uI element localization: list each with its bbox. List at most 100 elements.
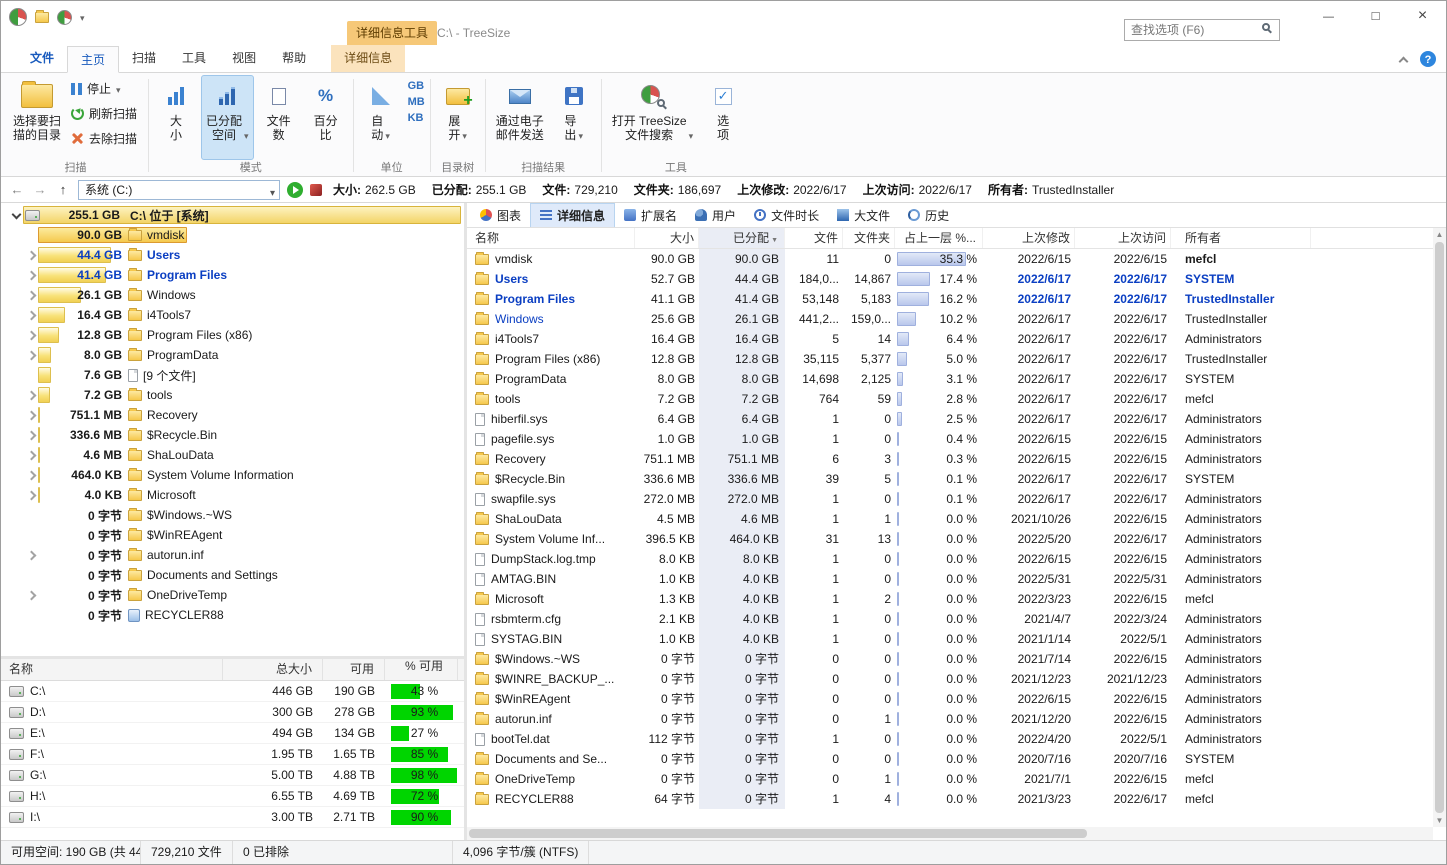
refresh-scan-button[interactable]: 刷新扫描 <box>69 103 143 124</box>
drive-selector[interactable]: 系统 (C:) <box>78 179 280 200</box>
details-row[interactable]: bootTel.dat 112 字节 0 字节 1 0 0.0 % 2022/4… <box>467 729 1433 749</box>
unit-gb[interactable]: GB <box>408 81 425 92</box>
col-size[interactable]: 大小 <box>635 228 699 248</box>
file-search-button[interactable]: 打开 TreeSize 文件搜索 <box>607 75 698 160</box>
details-row[interactable]: $WINRE_BACKUP_... 0 字节 0 字节 0 0 0.0 % 20… <box>467 669 1433 689</box>
details-row[interactable]: $Windows.~WS 0 字节 0 字节 0 0 0.0 % 2021/7/… <box>467 649 1433 669</box>
ribbon-tab[interactable]: 视图 <box>219 45 269 72</box>
details-row[interactable]: Microsoft 1.3 KB 4.0 KB 1 2 0.0 % 2022/3… <box>467 589 1433 609</box>
scroll-down-icon[interactable] <box>1436 814 1444 827</box>
expand-chevron-icon[interactable] <box>25 409 38 422</box>
details-row[interactable]: Program Files 41.1 GB 41.4 GB 53,148 5,1… <box>467 289 1433 309</box>
details-row[interactable]: OneDriveTemp 0 字节 0 字节 0 1 0.0 % 2021/7/… <box>467 769 1433 789</box>
scrollbar-thumb[interactable] <box>469 829 1088 838</box>
drive-row[interactable]: G:\ 5.00 TB 4.88 TB 98 % <box>1 765 464 786</box>
stop-button[interactable]: 停止 <box>69 78 143 99</box>
scrollbar-thumb[interactable] <box>1435 242 1444 813</box>
col-owner[interactable]: 所有者 <box>1171 228 1311 248</box>
ribbon-tab[interactable]: 详细信息 <box>331 45 406 72</box>
tree-item[interactable]: 4.0 KB Microsoft <box>1 485 464 505</box>
details-row[interactable]: autorun.inf 0 字节 0 字节 0 1 0.0 % 2021/12/… <box>467 709 1433 729</box>
remove-scan-button[interactable]: 去除扫描 <box>69 128 143 149</box>
mode-size-button[interactable]: 大 小 <box>154 75 198 160</box>
collapse-ribbon-icon[interactable] <box>1398 55 1408 63</box>
details-row[interactable]: RECYCLER88 64 字节 0 字节 1 4 0.0 % 2021/3/2… <box>467 789 1433 809</box>
unit-mb[interactable]: MB <box>408 97 425 108</box>
tree-item[interactable]: 16.4 GB i4Tools7 <box>1 305 464 325</box>
email-button[interactable]: 通过电子 邮件发送 <box>491 75 549 160</box>
tree-item[interactable]: 0 字节 autorun.inf <box>1 545 464 565</box>
details-row[interactable]: Users 52.7 GB 44.4 GB 184,0... 14,867 17… <box>467 269 1433 289</box>
unit-kb[interactable]: KB <box>408 113 425 124</box>
tree-item[interactable]: 4.6 MB ShaLouData <box>1 445 464 465</box>
search-input[interactable] <box>1124 19 1280 41</box>
detail-tab[interactable]: 扩展名 <box>615 203 686 227</box>
ribbon-tab[interactable]: 帮助 <box>269 45 319 72</box>
details-row[interactable]: ShaLouData 4.5 MB 4.6 MB 1 1 0.0 % 2021/… <box>467 509 1433 529</box>
select-directory-button[interactable]: 选择要扫 描的目录 <box>8 75 66 160</box>
tree-item[interactable]: 0 字节 RECYCLER88 <box>1 605 464 625</box>
detail-tab[interactable]: 大文件 <box>828 203 899 227</box>
detail-tab[interactable]: 详细信息 <box>530 203 616 227</box>
tree-item[interactable]: 0 字节 Documents and Settings <box>1 565 464 585</box>
tree-item[interactable]: 8.0 GB ProgramData <box>1 345 464 365</box>
mode-allocated-button[interactable]: 已分配 空间 <box>201 75 254 160</box>
horizontal-scrollbar[interactable] <box>467 827 1433 840</box>
drive-row[interactable]: D:\ 300 GB 278 GB 93 % <box>1 702 464 723</box>
expand-chevron-icon[interactable] <box>25 289 38 302</box>
qat-dropdown-icon[interactable] <box>80 10 85 24</box>
app-logo-icon[interactable] <box>9 8 27 26</box>
details-row[interactable]: vmdisk 90.0 GB 90.0 GB 11 0 35.3 % 2022/… <box>467 249 1433 269</box>
minimize-button[interactable] <box>1305 1 1352 31</box>
drive-row[interactable]: H:\ 6.55 TB 4.69 TB 72 % <box>1 786 464 807</box>
drive-row[interactable]: I:\ 3.00 TB 2.71 TB 90 % <box>1 807 464 828</box>
ribbon-tab[interactable]: 扫描 <box>119 45 169 72</box>
close-button[interactable] <box>1399 1 1446 31</box>
drive-row[interactable]: C:\ 446 GB 190 GB 43 % <box>1 681 464 702</box>
details-row[interactable]: i4Tools7 16.4 GB 16.4 GB 5 14 6.4 % 2022… <box>467 329 1433 349</box>
details-row[interactable]: SYSTAG.BIN 1.0 KB 4.0 KB 1 0 0.0 % 2021/… <box>467 629 1433 649</box>
options-button[interactable]: 选 项 <box>701 75 745 160</box>
col-name[interactable]: 名称 <box>467 228 635 248</box>
tree-item[interactable]: 0 字节 $WinREAgent <box>1 525 464 545</box>
expand-chevron-icon[interactable] <box>25 429 38 442</box>
tree-item[interactable]: 336.6 MB $Recycle.Bin <box>1 425 464 445</box>
tree-item[interactable]: 751.1 MB Recovery <box>1 405 464 425</box>
vertical-scrollbar[interactable] <box>1433 228 1446 827</box>
col-last-accessed[interactable]: 上次访问 <box>1075 228 1171 248</box>
col-percent-of-parent[interactable]: 占上一层 %... <box>895 228 983 248</box>
scroll-up-icon[interactable] <box>1436 228 1444 241</box>
expand-chevron-icon[interactable] <box>25 249 38 262</box>
details-row[interactable]: rsbmterm.cfg 2.1 KB 4.0 KB 1 0 0.0 % 202… <box>467 609 1433 629</box>
search-box[interactable] <box>1124 19 1280 41</box>
drive-row[interactable]: E:\ 494 GB 134 GB 27 % <box>1 723 464 744</box>
tree-item[interactable]: 464.0 KB System Volume Information <box>1 465 464 485</box>
detail-tab[interactable]: 图表 <box>471 203 530 227</box>
expand-chevron-icon[interactable] <box>25 309 38 322</box>
maximize-button[interactable] <box>1352 1 1399 31</box>
expand-chevron-icon[interactable] <box>25 329 38 342</box>
detail-tab[interactable]: 历史 <box>899 203 958 227</box>
back-button[interactable] <box>9 182 25 197</box>
expand-chevron-icon[interactable] <box>25 349 38 362</box>
details-row[interactable]: hiberfil.sys 6.4 GB 6.4 GB 1 0 2.5 % 202… <box>467 409 1433 429</box>
expand-chevron-icon[interactable] <box>25 269 38 282</box>
tree-item[interactable]: 44.4 GB Users <box>1 245 464 265</box>
details-row[interactable]: System Volume Inf... 396.5 KB 464.0 KB 3… <box>467 529 1433 549</box>
col-drive-name[interactable]: 名称 <box>1 659 223 680</box>
unit-auto-button[interactable]: 自 动 <box>359 75 403 160</box>
ribbon-tab[interactable]: 主页 <box>67 46 120 73</box>
forward-button[interactable] <box>32 182 48 197</box>
tree-item[interactable]: 90.0 GB vmdisk <box>1 225 464 245</box>
detail-tab[interactable]: 文件时长 <box>745 203 828 227</box>
drive-row[interactable]: F:\ 1.95 TB 1.65 TB 85 % <box>1 744 464 765</box>
detail-tab[interactable]: 用户 <box>686 203 745 227</box>
details-row[interactable]: $Recycle.Bin 336.6 MB 336.6 MB 39 5 0.1 … <box>467 469 1433 489</box>
start-scan-button[interactable] <box>287 181 303 198</box>
mode-filecount-button[interactable]: 文件 数 <box>257 75 301 160</box>
details-row[interactable]: Program Files (x86) 12.8 GB 12.8 GB 35,1… <box>467 349 1433 369</box>
col-drive-free[interactable]: 可用 <box>323 659 385 680</box>
details-row[interactable]: DumpStack.log.tmp 8.0 KB 8.0 KB 1 0 0.0 … <box>467 549 1433 569</box>
tree-item[interactable]: 7.2 GB tools <box>1 385 464 405</box>
expand-chevron-icon[interactable] <box>25 489 38 502</box>
